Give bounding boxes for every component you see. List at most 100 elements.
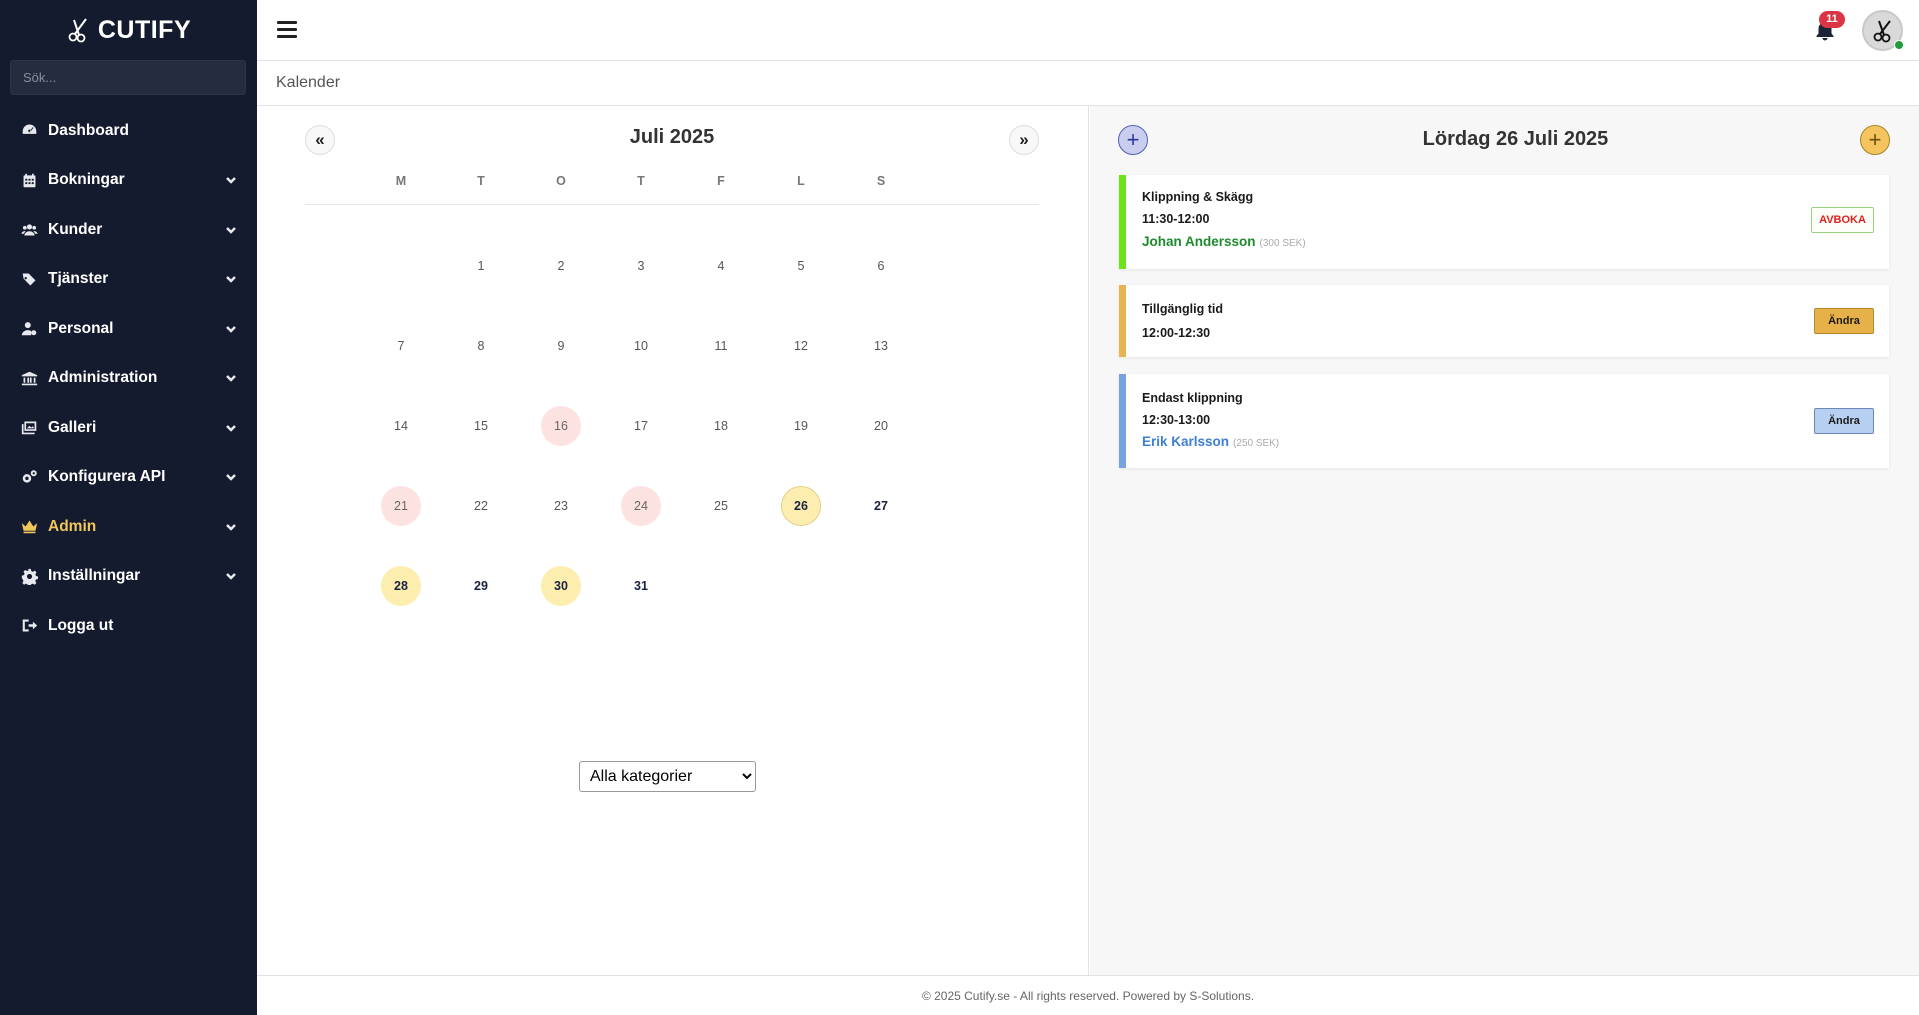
- calendar-day-booked[interactable]: 24: [621, 486, 661, 526]
- chevron-down-icon[interactable]: [225, 422, 237, 434]
- brand-name: CUTIFY: [97, 15, 192, 44]
- calendar-day[interactable]: 14: [381, 406, 421, 446]
- notification-badge: 11: [1819, 11, 1845, 28]
- calendar-day[interactable]: 25: [701, 486, 741, 526]
- weekday-label: T: [637, 174, 645, 188]
- calendar-day[interactable]: 27: [861, 486, 901, 526]
- chevron-down-icon[interactable]: [225, 174, 237, 186]
- calendar-day-selected[interactable]: 26: [781, 486, 821, 526]
- sidebar-item-kunder[interactable]: Kunder: [0, 205, 257, 255]
- calendar-day[interactable]: 2: [541, 246, 581, 286]
- images-icon: [20, 419, 38, 437]
- add-available-time-button[interactable]: +: [1860, 125, 1890, 155]
- calendar-day[interactable]: 5: [781, 246, 821, 286]
- edit-slot-button[interactable]: Ändra: [1814, 308, 1874, 334]
- calendar-day[interactable]: 29: [461, 566, 501, 606]
- scissors-icon: [1873, 19, 1891, 42]
- calendar-day[interactable]: 23: [541, 486, 581, 526]
- calendar-day[interactable]: 18: [701, 406, 741, 446]
- calendar-day-booked[interactable]: 16: [541, 406, 581, 446]
- chevron-down-icon[interactable]: [225, 273, 237, 285]
- calendar-day-available[interactable]: 30: [541, 566, 581, 606]
- chevron-down-icon[interactable]: [225, 323, 237, 335]
- customer-name: Erik Karlsson: [1142, 434, 1230, 449]
- sidebar-item-personal[interactable]: Personal: [0, 304, 257, 354]
- calendar-day-available[interactable]: 28: [381, 566, 421, 606]
- calendar-day[interactable]: 11: [701, 326, 741, 366]
- sidebar-item-administration[interactable]: Administration: [0, 354, 257, 404]
- search-input[interactable]: [10, 60, 246, 95]
- sidebar-item-admin[interactable]: Admin: [0, 502, 257, 552]
- sidebar-item-konfigurera-api[interactable]: Konfigurera API: [0, 453, 257, 503]
- month-calendar: « Juli 2025 » M T O T F L S 1 2 3 4 5 6 …: [257, 106, 1089, 975]
- calendar-day[interactable]: 4: [701, 246, 741, 286]
- booking-price: (250 SEK): [1233, 438, 1280, 449]
- cancel-booking-button[interactable]: AVBOKA: [1811, 207, 1874, 233]
- calendar-day[interactable]: 13: [861, 326, 901, 366]
- weekday-label: S: [876, 174, 886, 188]
- sidebar-item-label: Bokningar: [48, 171, 125, 189]
- calendar-day[interactable]: 1: [461, 246, 501, 286]
- gears-icon: [20, 468, 38, 486]
- calendar-day[interactable]: 19: [781, 406, 821, 446]
- sidebar-item-installningar[interactable]: Inställningar: [0, 552, 257, 602]
- logout-icon: [20, 617, 38, 635]
- footer-text: © 2025 Cutify.se - All rights reserved. …: [921, 989, 1255, 1003]
- booking-customer-link[interactable]: Johan Andersson (300 SEK): [1142, 234, 1306, 249]
- calendar-day-booked[interactable]: 21: [381, 486, 421, 526]
- calendar-day[interactable]: 7: [381, 326, 421, 366]
- sidebar-item-tjanster[interactable]: Tjänster: [0, 255, 257, 305]
- calendar-divider: [305, 204, 1039, 205]
- menu-toggle-icon[interactable]: [277, 21, 297, 39]
- user-gear-icon: [20, 320, 38, 338]
- booking-card[interactable]: Endast klippning 12:30-13:00 Erik Karlss…: [1119, 374, 1889, 468]
- booking-service: Klippning & Skägg: [1142, 190, 1254, 204]
- calendar-day[interactable]: 20: [861, 406, 901, 446]
- top-bar: 11: [257, 0, 1919, 61]
- booking-customer-link[interactable]: Erik Karlsson (250 SEK): [1142, 434, 1279, 449]
- sidebar-item-logga-ut[interactable]: Logga ut: [0, 601, 257, 651]
- calendar-day[interactable]: 3: [621, 246, 661, 286]
- sidebar-search: [0, 60, 257, 95]
- edit-booking-button[interactable]: Ändra: [1814, 408, 1874, 434]
- sidebar-item-label: Administration: [48, 369, 158, 387]
- calendar-day[interactable]: 15: [461, 406, 501, 446]
- sidebar-item-label: Logga ut: [48, 616, 114, 634]
- category-filter-select[interactable]: Alla kategorier: [579, 761, 756, 792]
- weekday-label: F: [717, 174, 725, 188]
- sidebar-item-galleri[interactable]: Galleri: [0, 403, 257, 453]
- next-month-button[interactable]: »: [1009, 125, 1039, 155]
- brand-logo[interactable]: CUTIFY: [0, 0, 257, 60]
- gear-icon: [20, 567, 38, 585]
- chevron-down-icon[interactable]: [225, 471, 237, 483]
- day-title: Lördag 26 Juli 2025: [1422, 128, 1609, 150]
- users-icon: [20, 221, 38, 239]
- crown-icon: [20, 518, 38, 536]
- day-schedule-panel: + Lördag 26 Juli 2025 + Klippning & Skäg…: [1090, 106, 1919, 975]
- booking-service: Endast klippning: [1142, 391, 1243, 405]
- sidebar-item-dashboard[interactable]: Dashboard: [0, 106, 257, 156]
- booking-time: 12:00-12:30: [1142, 326, 1211, 340]
- footer: © 2025 Cutify.se - All rights reserved. …: [257, 975, 1919, 1015]
- calendar-day[interactable]: 31: [621, 566, 661, 606]
- calendar-day[interactable]: 22: [461, 486, 501, 526]
- calendar-day[interactable]: 10: [621, 326, 661, 366]
- chevron-down-icon[interactable]: [225, 570, 237, 582]
- calendar-day[interactable]: 6: [861, 246, 901, 286]
- calendar-icon: [20, 171, 38, 189]
- booking-card[interactable]: Tillgänglig tid 12:00-12:30 Ändra: [1119, 285, 1889, 357]
- weekday-label: O: [556, 174, 566, 188]
- customer-name: Johan Andersson: [1142, 234, 1256, 249]
- booking-card[interactable]: Klippning & Skägg 11:30-12:00 Johan Ande…: [1119, 175, 1889, 269]
- chevron-down-icon[interactable]: [225, 224, 237, 236]
- dashboard-icon: [20, 122, 38, 140]
- calendar-day[interactable]: 8: [461, 326, 501, 366]
- booking-time: 12:30-13:00: [1142, 413, 1211, 427]
- calendar-day[interactable]: 9: [541, 326, 581, 366]
- sidebar-item-bokningar[interactable]: Bokningar: [0, 156, 257, 206]
- calendar-day[interactable]: 17: [621, 406, 661, 446]
- calendar-day[interactable]: 12: [781, 326, 821, 366]
- chevron-down-icon[interactable]: [225, 521, 237, 533]
- weekday-label: M: [395, 174, 407, 188]
- chevron-down-icon[interactable]: [225, 372, 237, 384]
